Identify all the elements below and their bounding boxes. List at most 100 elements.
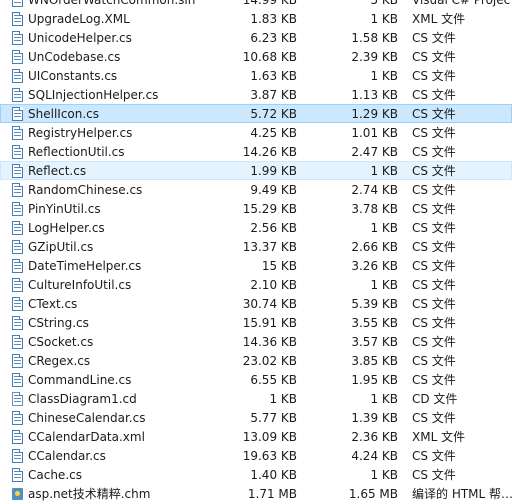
file-type: CS 文件 xyxy=(412,88,456,102)
file-type: Visual C# Projec xyxy=(412,0,511,7)
file-compressed-size: 1.95 KB xyxy=(351,373,398,387)
file-name: CCalendarData.xml xyxy=(28,430,145,444)
file-compressed-size: 1 KB xyxy=(370,392,398,406)
file-type: XML 文件 xyxy=(412,430,466,444)
file-row[interactable]: ReflectionUtil.cs 14.26 KB 2.47 KB CS 文件 xyxy=(0,142,512,161)
file-row[interactable]: RandomChinese.cs 9.49 KB 2.74 KB CS 文件 xyxy=(0,180,512,199)
file-name: CText.cs xyxy=(28,297,78,311)
file-type: CS 文件 xyxy=(412,31,456,45)
file-name: CCalendar.cs xyxy=(28,449,106,463)
file-type: CS 文件 xyxy=(412,69,456,83)
file-row[interactable]: LogHelper.cs 2.56 KB 1 KB CS 文件 xyxy=(0,218,512,237)
file-type: CS 文件 xyxy=(412,335,456,349)
cs-file-icon xyxy=(12,373,23,387)
cs-file-icon xyxy=(12,297,23,311)
cs-file-icon xyxy=(12,354,23,368)
file-type: CS 文件 xyxy=(412,50,456,64)
file-compressed-size: 2.47 KB xyxy=(351,145,398,159)
file-row[interactable]: CSocket.cs 14.36 KB 3.57 KB CS 文件 xyxy=(0,332,512,351)
file-compressed-size: 3.55 KB xyxy=(351,316,398,330)
file-row[interactable]: ClassDiagram1.cd 1 KB 1 KB CD 文件 xyxy=(0,389,512,408)
file-row[interactable]: UIConstants.cs 1.63 KB 1 KB CS 文件 xyxy=(0,66,512,85)
file-compressed-size: 1.65 MB xyxy=(348,487,398,501)
cs-file-icon xyxy=(12,221,23,235)
file-size: 9.49 KB xyxy=(250,183,297,197)
cs-file-icon xyxy=(12,316,23,330)
file-row[interactable]: ShellIcon.cs 5.72 KB 1.29 KB CS 文件 xyxy=(0,104,512,123)
file-row[interactable]: CommandLine.cs 6.55 KB 1.95 KB CS 文件 xyxy=(0,370,512,389)
file-compressed-size: 2.36 KB xyxy=(351,430,398,444)
file-type: CS 文件 xyxy=(412,373,456,387)
file-row[interactable]: asp.net技术精粹.chm 1.71 MB 1.65 MB 编译的 HTML 帮… xyxy=(0,484,512,503)
cs-file-icon xyxy=(12,449,23,463)
file-type: CS 文件 xyxy=(412,411,456,425)
file-compressed-size: 1 KB xyxy=(370,278,398,292)
cs-file-icon xyxy=(12,164,23,178)
cs-file-icon xyxy=(12,107,23,121)
file-type: CS 文件 xyxy=(412,145,456,159)
cs-file-icon xyxy=(12,335,23,349)
file-type: CS 文件 xyxy=(412,468,456,482)
file-compressed-size: 1 KB xyxy=(370,221,398,235)
file-size: 14.99 KB xyxy=(242,0,297,7)
file-name: UpgradeLog.XML xyxy=(28,12,130,26)
file-size: 13.09 KB xyxy=(242,430,297,444)
file-row[interactable]: CRegex.cs 23.02 KB 3.85 KB CS 文件 xyxy=(0,351,512,370)
file-size: 1.40 KB xyxy=(250,468,297,482)
cs-file-icon xyxy=(12,240,23,254)
file-row[interactable]: UnCodebase.cs 10.68 KB 2.39 KB CS 文件 xyxy=(0,47,512,66)
file-size: 13.37 KB xyxy=(242,240,297,254)
file-name: SQLInjectionHelper.cs xyxy=(28,88,159,102)
file-row[interactable]: RegistryHelper.cs 4.25 KB 1.01 KB CS 文件 xyxy=(0,123,512,142)
file-row[interactable]: CText.cs 30.74 KB 5.39 KB CS 文件 xyxy=(0,294,512,313)
file-name: ReflectionUtil.cs xyxy=(28,145,125,159)
xml-file-icon xyxy=(12,430,23,444)
file-type: CS 文件 xyxy=(412,126,456,140)
file-compressed-size: 3.78 KB xyxy=(351,202,398,216)
file-name: RegistryHelper.cs xyxy=(28,126,133,140)
file-row[interactable]: CString.cs 15.91 KB 3.55 KB CS 文件 xyxy=(0,313,512,332)
file-row[interactable]: DateTimeHelper.cs 15 KB 3.26 KB CS 文件 xyxy=(0,256,512,275)
file-name: PinYinUtil.cs xyxy=(28,202,101,216)
file-row[interactable]: UnicodeHelper.cs 6.23 KB 1.58 KB CS 文件 xyxy=(0,28,512,47)
file-size: 5.72 KB xyxy=(250,107,297,121)
file-type: CS 文件 xyxy=(412,183,456,197)
file-row[interactable]: WNOrderWatchCommon.sln 14.99 KB 5 KB Visual… xyxy=(0,0,512,9)
file-type: CS 文件 xyxy=(412,107,456,121)
file-size: 1.99 KB xyxy=(250,164,297,178)
file-type: CS 文件 xyxy=(412,278,456,292)
file-compressed-size: 5 KB xyxy=(370,0,398,7)
cs-file-icon xyxy=(12,411,23,425)
file-row[interactable]: SQLInjectionHelper.cs 3.87 KB 1.13 KB CS 文件 xyxy=(0,85,512,104)
file-row[interactable]: UpgradeLog.XML 1.83 KB 1 KB XML 文件 xyxy=(0,9,512,28)
file-size: 6.55 KB xyxy=(250,373,297,387)
file-name: DateTimeHelper.cs xyxy=(28,259,142,273)
file-row[interactable]: ChineseCalendar.cs 5.77 KB 1.39 KB CS 文件 xyxy=(0,408,512,427)
file-compressed-size: 3.57 KB xyxy=(351,335,398,349)
file-compressed-size: 1 KB xyxy=(370,69,398,83)
file-size: 14.36 KB xyxy=(242,335,297,349)
file-name: Reflect.cs xyxy=(28,164,87,178)
file-row[interactable]: CCalendar.cs 19.63 KB 4.24 KB CS 文件 xyxy=(0,446,512,465)
chm-help-file-icon xyxy=(12,487,23,501)
file-size: 3.87 KB xyxy=(250,88,297,102)
file-row[interactable]: CultureInfoUtil.cs 2.10 KB 1 KB CS 文件 xyxy=(0,275,512,294)
file-name: CString.cs xyxy=(28,316,89,330)
file-row[interactable]: PinYinUtil.cs 15.29 KB 3.78 KB CS 文件 xyxy=(0,199,512,218)
file-row[interactable]: GZipUtil.cs 13.37 KB 2.66 KB CS 文件 xyxy=(0,237,512,256)
file-row[interactable]: Reflect.cs 1.99 KB 1 KB CS 文件 xyxy=(0,161,512,180)
file-compressed-size: 4.24 KB xyxy=(351,449,398,463)
file-row[interactable]: CCalendarData.xml 13.09 KB 2.36 KB XML 文件 xyxy=(0,427,512,446)
file-name: LogHelper.cs xyxy=(28,221,105,235)
file-type: CS 文件 xyxy=(412,354,456,368)
file-size: 30.74 KB xyxy=(242,297,297,311)
file-size: 15.29 KB xyxy=(242,202,297,216)
file-type: CS 文件 xyxy=(412,240,456,254)
file-compressed-size: 1.39 KB xyxy=(351,411,398,425)
file-row[interactable]: Cache.cs 1.40 KB 1 KB CS 文件 xyxy=(0,465,512,484)
cd-file-icon xyxy=(12,392,23,406)
file-name: CultureInfoUtil.cs xyxy=(28,278,132,292)
file-name: CSocket.cs xyxy=(28,335,94,349)
file-name: UnCodebase.cs xyxy=(28,50,121,64)
file-size: 1.63 KB xyxy=(250,69,297,83)
